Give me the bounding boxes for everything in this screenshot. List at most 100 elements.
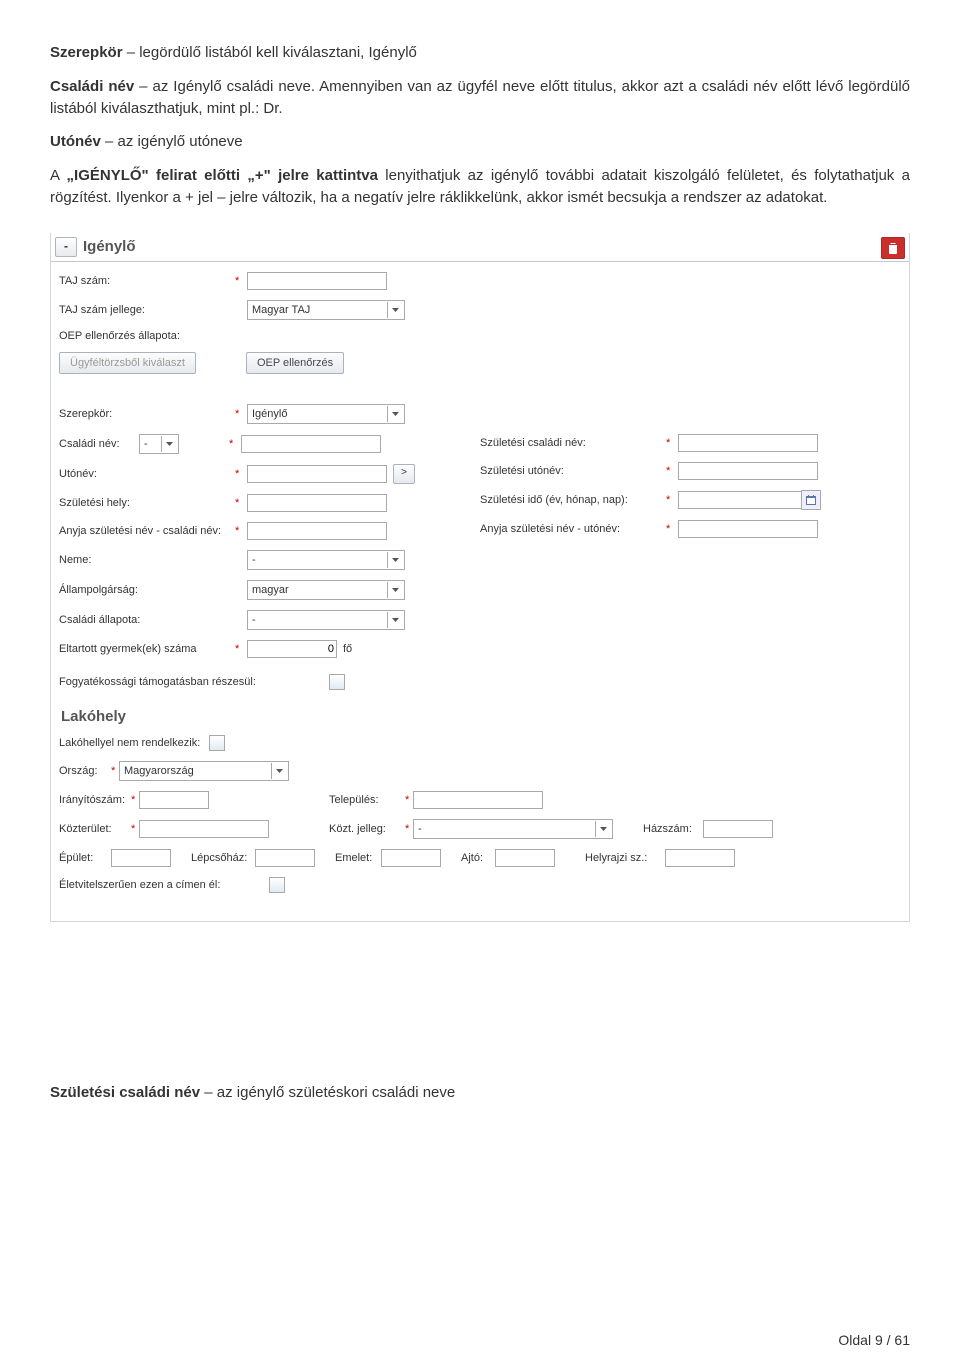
hrsz-input[interactable] — [665, 849, 735, 867]
anyja-csaladi-input[interactable] — [247, 522, 387, 540]
label-ajto: Ajtó: — [461, 852, 495, 864]
csaladi-all-select[interactable]: - — [247, 610, 405, 630]
form-screenshot: - Igénylő TAJ szám: * TAJ szám jellege: … — [50, 233, 910, 922]
chevron-down-icon — [595, 821, 610, 837]
label-csaladi-all: Családi állapota: — [59, 614, 229, 626]
neme-select[interactable]: - — [247, 550, 405, 570]
label-irsz: Irányítószám: — [59, 794, 131, 806]
label-neme: Neme: — [59, 554, 229, 566]
gyermek-input[interactable] — [247, 640, 337, 658]
paragraph: Születési családi név – az igénylő szüle… — [50, 1082, 910, 1104]
required-asterisk: * — [235, 275, 241, 287]
lepcsohaz-input[interactable] — [255, 849, 315, 867]
label-lepcsohaz: Lépcsőház: — [191, 852, 255, 864]
hazszam-input[interactable] — [703, 820, 773, 838]
taj-input[interactable] — [247, 272, 387, 290]
label-hazszam: Házszám: — [643, 823, 703, 835]
paragraph: Szerepkör – legördülő listából kell kivá… — [50, 42, 910, 64]
label-szul-hely: Születési hely: — [59, 497, 229, 509]
required-asterisk: * — [666, 494, 672, 506]
required-asterisk: * — [235, 525, 241, 537]
szerepkor-select[interactable]: Igénylő — [247, 404, 405, 424]
csaladi-nev-input[interactable] — [241, 435, 381, 453]
label-fo: fő — [343, 643, 352, 655]
chevron-down-icon — [271, 763, 286, 779]
required-asterisk: * — [131, 823, 139, 835]
required-asterisk: * — [235, 497, 241, 509]
required-asterisk: * — [405, 794, 413, 806]
chevron-down-icon — [387, 406, 402, 422]
utonev-input[interactable] — [247, 465, 387, 483]
paragraph: Utónév – az igénylő utóneve — [50, 131, 910, 153]
trash-icon — [888, 242, 898, 254]
label-orszag: Ország: — [59, 765, 111, 777]
subsection-lakohely: Lakóhely — [61, 708, 901, 725]
kozterulet-input[interactable] — [139, 820, 269, 838]
ugyfeltorzs-button[interactable]: Ügyféltörzsből kiválaszt — [59, 352, 196, 374]
required-asterisk: * — [131, 794, 139, 806]
label-gyermek: Eltartott gyermek(ek) száma — [59, 643, 229, 655]
chevron-down-icon — [387, 302, 402, 318]
chevron-down-icon — [387, 582, 402, 598]
taj-jelleg-select[interactable]: Magyar TAJ — [247, 300, 405, 320]
label-anyja-utonev: Anyja születési név - utónév: — [480, 523, 660, 535]
calendar-icon — [806, 495, 816, 505]
label-utonev: Utónév: — [59, 468, 229, 480]
chevron-down-icon — [387, 612, 402, 628]
eletvitel-checkbox[interactable] — [269, 877, 285, 893]
required-asterisk: * — [235, 643, 241, 655]
ajto-input[interactable] — [495, 849, 555, 867]
label-lakohely-nincs: Lakóhellyel nem rendelkezik: — [59, 737, 209, 749]
required-asterisk: * — [111, 765, 119, 777]
section-title: Igénylő — [83, 238, 136, 255]
label-oep-status: OEP ellenőrzés állapota: — [59, 330, 229, 342]
label-taj-jelleg: TAJ szám jellege: — [59, 304, 229, 316]
paragraph: A „IGÉNYLŐ" felirat előtti „+" jelre kat… — [50, 165, 910, 209]
required-asterisk: * — [235, 468, 241, 480]
collapse-toggle[interactable]: - — [55, 237, 77, 257]
section-header: - Igénylő — [51, 233, 909, 262]
label-szul-csaladi: Születési családi név: — [480, 437, 660, 449]
label-anyja-csaladi: Anyja születési név - családi név: — [59, 525, 229, 537]
delete-button[interactable] — [881, 237, 905, 259]
required-asterisk: * — [666, 523, 672, 535]
paragraph: Családi név – az Igénylő családi neve. A… — [50, 76, 910, 120]
fogyatek-checkbox[interactable] — [329, 674, 345, 690]
label-emelet: Emelet: — [335, 852, 381, 864]
kozt-jelleg-select[interactable]: - — [413, 819, 613, 839]
page-number: Oldal 9 / 61 — [838, 1332, 910, 1348]
copy-name-button[interactable]: > — [393, 464, 415, 484]
label-csaladi-nev: Családi név: — [59, 438, 139, 450]
chevron-down-icon — [387, 552, 402, 568]
label-hrsz: Helyrajzi sz.: — [585, 852, 665, 864]
szul-csaladi-input[interactable] — [678, 434, 818, 452]
szul-hely-input[interactable] — [247, 494, 387, 512]
label-fogyatek: Fogyatékossági támogatásban részesül: — [59, 676, 279, 688]
required-asterisk: * — [235, 408, 241, 420]
label-epulet: Épület: — [59, 852, 111, 864]
chevron-down-icon — [161, 436, 176, 452]
label-telepules: Település: — [329, 794, 405, 806]
required-asterisk: * — [666, 465, 672, 477]
szul-ido-input[interactable] — [678, 491, 802, 509]
szul-utonev-input[interactable] — [678, 462, 818, 480]
label-allampolg: Állampolgárság: — [59, 584, 229, 596]
titulus-select[interactable]: - — [139, 434, 179, 454]
epulet-input[interactable] — [111, 849, 171, 867]
orszag-select[interactable]: Magyarország — [119, 761, 289, 781]
required-asterisk: * — [666, 437, 672, 449]
allampolg-select[interactable]: magyar — [247, 580, 405, 600]
oep-check-button[interactable]: OEP ellenőrzés — [246, 352, 344, 374]
required-asterisk: * — [405, 823, 413, 835]
calendar-button[interactable] — [801, 490, 821, 510]
lakohely-nincs-checkbox[interactable] — [209, 735, 225, 751]
anyja-utonev-input[interactable] — [678, 520, 818, 538]
label-kozt-jelleg: Közt. jelleg: — [329, 823, 405, 835]
label-szul-utonev: Születési utónév: — [480, 465, 660, 477]
label-szerepkor: Szerepkör: — [59, 408, 229, 420]
telepules-input[interactable] — [413, 791, 543, 809]
label-kozterulet: Közterület: — [59, 823, 131, 835]
required-asterisk: * — [229, 438, 235, 450]
irsz-input[interactable] — [139, 791, 209, 809]
emelet-input[interactable] — [381, 849, 441, 867]
